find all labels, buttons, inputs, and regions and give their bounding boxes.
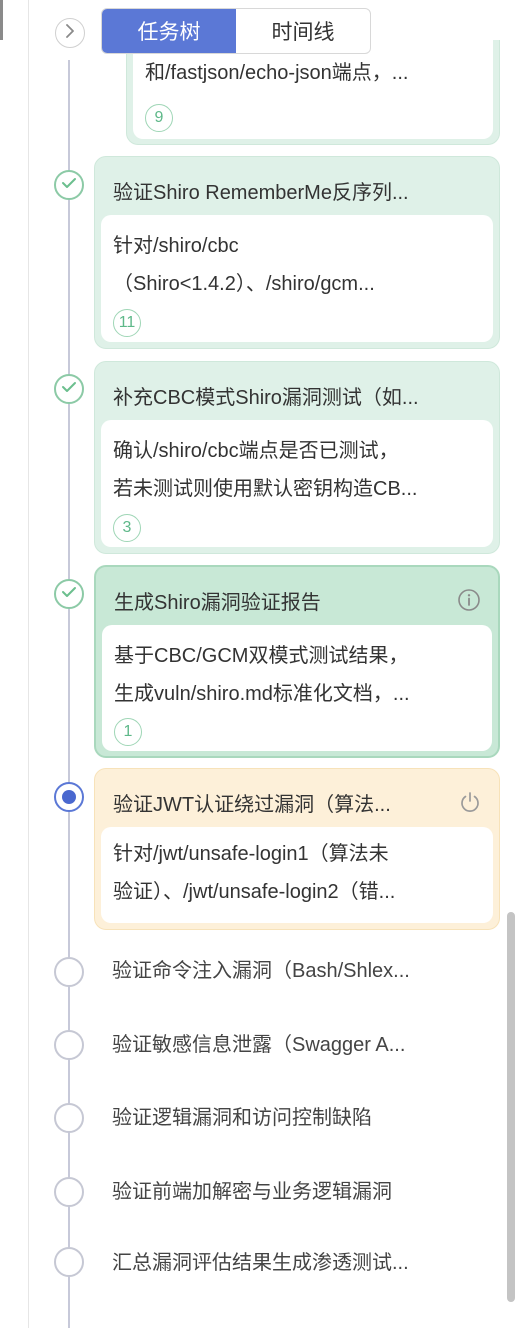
subtask-count-badge: 11 [113,309,141,337]
pending-task-item[interactable]: 验证逻辑漏洞和访问控制缺陷 [112,1100,498,1136]
pending-task-item[interactable]: 验证敏感信息泄露（Swagger A... [112,1027,498,1063]
check-icon [61,176,77,195]
info-icon[interactable] [456,587,482,613]
power-icon[interactable] [457,789,483,815]
task-desc-line: 确认/shiro/cbc端点是否已测试， [113,440,399,462]
task-desc-line: 生成vuln/shiro.md标准化文档，... [114,683,410,705]
step-current-marker [54,782,84,812]
collapse-toggle-button[interactable] [55,18,85,48]
tab-timeline[interactable]: 时间线 [236,9,370,53]
subtask-count-badge: 1 [114,718,142,746]
task-desc-line: 验证）、/jwt/unsafe-login2（错... [113,881,396,903]
panel-divider [28,0,29,1328]
step-pending-marker [54,1103,84,1133]
task-card[interactable]: 验证Shiro RememberMe反序列... 针对/shiro/cbc （S… [94,156,500,349]
task-desc-line: 和/fastjson/echo-json端点，... [145,62,409,84]
step-done-marker [54,170,84,200]
task-desc-line: 基于CBC/GCM双模式测试结果， [114,645,409,667]
step-pending-marker [54,957,84,987]
task-card-in-progress[interactable]: 验证JWT认证绕过漏洞（算法... 针对/jwt/unsafe-login1（算… [94,768,500,930]
task-card-partial[interactable]: 和/fastjson/echo-json端点，... 9 [126,40,500,145]
tab-task-tree[interactable]: 任务树 [102,9,236,53]
task-title: 验证Shiro RememberMe反序列... [113,181,409,204]
chevron-right-icon [64,23,76,43]
left-edge-marker [0,0,3,40]
task-title: 补充CBC模式Shiro漏洞测试（如... [113,386,419,409]
pending-task-item[interactable]: 验证命令注入漏洞（Bash/Shlex... [112,953,498,989]
task-title: 生成Shiro漏洞验证报告 [114,591,321,614]
radio-dot-icon [62,790,76,804]
step-pending-marker [54,1247,84,1277]
task-title: 验证JWT认证绕过漏洞（算法... [113,793,391,816]
scrollbar-thumb[interactable] [507,912,515,1302]
check-icon [61,380,77,399]
task-card[interactable]: 补充CBC模式Shiro漏洞测试（如... 确认/shiro/cbc端点是否已测… [94,361,500,554]
timeline-line [68,60,70,1328]
task-panel: 和/fastjson/echo-json端点，... 9 任务树 时间线 验证S… [0,0,528,1328]
task-desc-line: 针对/jwt/unsafe-login1（算法未 [113,843,389,865]
subtask-count-badge: 3 [113,514,141,542]
subtask-count-badge: 9 [145,104,173,132]
pending-task-item[interactable]: 验证前端加解密与业务逻辑漏洞 [112,1174,498,1210]
task-desc-line: （Shiro<1.4.2）、/shiro/gcm... [113,273,375,295]
task-card-selected[interactable]: 生成Shiro漏洞验证报告 基于CBC/GCM双模式测试结果， 生成vuln/s… [94,565,500,758]
task-desc-line: 若未测试则使用默认密钥构造CB... [113,478,418,500]
task-desc-line: 针对/shiro/cbc [113,235,239,257]
view-tabs: 任务树 时间线 [101,8,371,54]
step-pending-marker [54,1177,84,1207]
pending-task-item[interactable]: 汇总漏洞评估结果生成渗透测试... [112,1245,498,1281]
step-pending-marker [54,1030,84,1060]
check-icon [61,585,77,604]
step-done-marker [54,579,84,609]
step-done-marker [54,374,84,404]
